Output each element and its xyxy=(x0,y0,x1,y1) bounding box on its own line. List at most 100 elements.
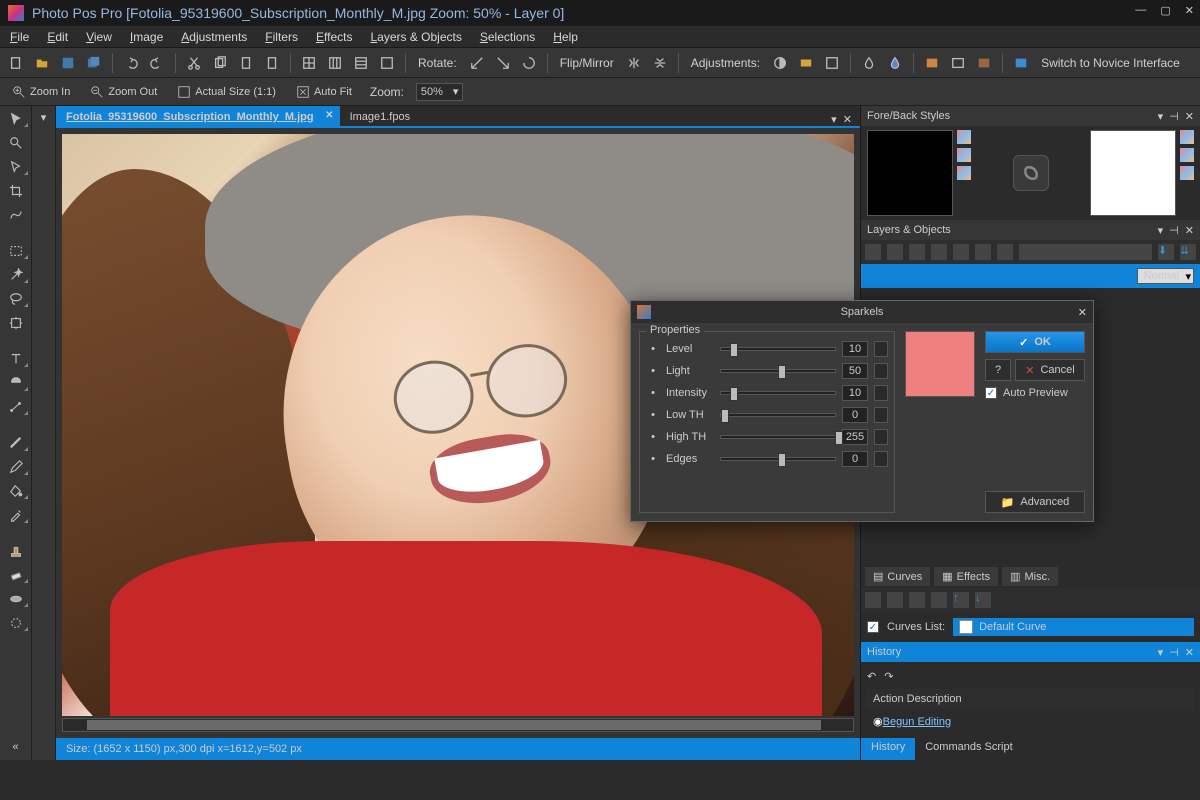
novice-label[interactable]: Switch to Novice Interface xyxy=(1041,56,1180,70)
heal-tool-icon[interactable] xyxy=(3,590,29,608)
zoom-out-button[interactable]: Zoom Out xyxy=(84,83,163,101)
undo-icon[interactable] xyxy=(121,53,141,73)
chevron-down-icon[interactable]: ▾ xyxy=(31,110,57,124)
background-swatch[interactable] xyxy=(1090,130,1176,216)
foreground-swatch[interactable] xyxy=(867,130,953,216)
close-button[interactable]: ✕ xyxy=(1185,4,1194,17)
grid3-icon[interactable] xyxy=(351,53,371,73)
redo-icon[interactable] xyxy=(147,53,167,73)
close-tab-icon[interactable]: ✕ xyxy=(325,110,333,121)
menu-edit[interactable]: Edit xyxy=(47,30,68,44)
menu-help[interactable]: Help xyxy=(553,30,578,44)
close-icon[interactable]: ✕ xyxy=(1185,110,1194,123)
adj-drop-icon[interactable] xyxy=(859,53,879,73)
flip-h-icon[interactable] xyxy=(624,53,644,73)
pencil-tool-icon[interactable] xyxy=(3,458,29,476)
open-file-icon[interactable] xyxy=(32,53,52,73)
brush-tool-icon[interactable] xyxy=(3,434,29,452)
rotate-custom-icon[interactable] xyxy=(519,53,539,73)
paste-new-icon[interactable] xyxy=(262,53,282,73)
dialog-title-bar[interactable]: Sparkels ✕ xyxy=(631,301,1093,323)
tab-history[interactable]: History xyxy=(861,738,915,760)
prop-slider[interactable] xyxy=(720,435,836,439)
adj-pic1-icon[interactable] xyxy=(922,53,942,73)
doc-tab-1[interactable]: Image1.fpos xyxy=(340,106,437,126)
mask-icon[interactable] xyxy=(975,244,991,260)
prop-value[interactable]: 0 xyxy=(842,451,868,467)
dup-layer-icon[interactable] xyxy=(887,244,903,260)
prop-spinner[interactable] xyxy=(874,385,888,401)
lasso-tool-icon[interactable] xyxy=(3,290,29,308)
merge-icon[interactable] xyxy=(931,244,947,260)
menu-image[interactable]: Image xyxy=(130,30,163,44)
line-tool-icon[interactable] xyxy=(3,398,29,416)
new-layer-icon[interactable] xyxy=(865,244,881,260)
grid2-icon[interactable] xyxy=(325,53,345,73)
prop-slider[interactable] xyxy=(720,413,836,417)
fx-icon[interactable] xyxy=(997,244,1013,260)
shape-tool-icon[interactable] xyxy=(3,374,29,392)
eraser-tool-icon[interactable] xyxy=(3,566,29,584)
cut-icon[interactable] xyxy=(184,53,204,73)
arrow-down-icon[interactable]: ⬇ xyxy=(1158,244,1174,260)
dialog-close-icon[interactable]: ✕ xyxy=(1078,306,1087,319)
transform-tool-icon[interactable] xyxy=(3,314,29,332)
adj-curves-icon[interactable] xyxy=(822,53,842,73)
doc-tab-0[interactable]: Fotolia_95319600_Subscription_Monthly_M.… xyxy=(56,106,340,126)
save-icon[interactable] xyxy=(58,53,78,73)
novice-icon[interactable] xyxy=(1011,53,1031,73)
panel-menu-icon[interactable]: ▾ xyxy=(1158,224,1164,237)
prop-value[interactable]: 10 xyxy=(842,341,868,357)
pin-icon[interactable]: ⊣ xyxy=(1169,110,1179,123)
eyedropper-tool-icon[interactable] xyxy=(3,506,29,524)
swap-colors-icon[interactable] xyxy=(1013,155,1049,191)
hist-undo-icon[interactable]: ↶ xyxy=(867,670,876,683)
ok-button[interactable]: ✓ OK xyxy=(985,331,1085,353)
prop-spinner[interactable] xyxy=(874,363,888,379)
adj-pic2-icon[interactable] xyxy=(948,53,968,73)
menu-layers[interactable]: Layers & Objects xyxy=(370,30,461,44)
close-icon[interactable]: ✕ xyxy=(1185,224,1194,237)
collapse-tools-icon[interactable]: « xyxy=(3,738,29,756)
layer-row[interactable]: Normal xyxy=(861,264,1200,288)
auto-preview-check[interactable]: ✓Auto Preview xyxy=(985,387,1085,399)
prop-slider[interactable] xyxy=(720,347,836,351)
stamp-tool-icon[interactable] xyxy=(3,542,29,560)
zoom-in-button[interactable]: Zoom In xyxy=(6,83,76,101)
menu-view[interactable]: View xyxy=(86,30,112,44)
flip-v-icon[interactable] xyxy=(650,53,670,73)
pin-icon[interactable]: ⊣ xyxy=(1169,646,1179,659)
curves-check[interactable]: ✓ xyxy=(867,621,879,633)
move-tool-icon[interactable] xyxy=(3,158,29,176)
flatten-icon[interactable] xyxy=(953,244,969,260)
style6-icon[interactable] xyxy=(1180,166,1194,180)
c-up-icon[interactable]: ↑ xyxy=(953,592,969,608)
prop-spinner[interactable] xyxy=(874,429,888,445)
c-down-icon[interactable]: ↓ xyxy=(975,592,991,608)
cancel-button[interactable]: ✕ Cancel xyxy=(1015,359,1085,381)
prop-value[interactable]: 10 xyxy=(842,385,868,401)
hist-redo-icon[interactable]: ↷ xyxy=(884,670,893,683)
prop-spinner[interactable] xyxy=(874,341,888,357)
panel-menu-icon[interactable]: ▾ xyxy=(1158,110,1164,123)
panel-menu-icon[interactable]: ▾ xyxy=(1158,646,1164,659)
menu-file[interactable]: File xyxy=(10,30,29,44)
prop-slider[interactable] xyxy=(720,369,836,373)
zoom-tool-icon[interactable] xyxy=(3,134,29,152)
zoom-combo[interactable]: 50%▾ xyxy=(416,83,464,101)
save-all-icon[interactable] xyxy=(84,53,104,73)
rotate-right-icon[interactable] xyxy=(493,53,513,73)
c-add-icon[interactable] xyxy=(909,592,925,608)
tab-misc[interactable]: ▥ Misc. xyxy=(1002,567,1058,586)
adj-contrast-icon[interactable] xyxy=(770,53,790,73)
curve-name[interactable]: Default Curve xyxy=(953,618,1194,636)
maximize-button[interactable]: ▢ xyxy=(1160,4,1170,17)
grid4-icon[interactable] xyxy=(377,53,397,73)
menu-effects[interactable]: Effects xyxy=(316,30,352,44)
adj-drop2-icon[interactable] xyxy=(885,53,905,73)
arrow-down2-icon[interactable]: ⇊ xyxy=(1180,244,1196,260)
style1-icon[interactable] xyxy=(957,130,971,144)
rotate-left-icon[interactable] xyxy=(467,53,487,73)
menu-adjustments[interactable]: Adjustments xyxy=(181,30,247,44)
c-del-icon[interactable] xyxy=(931,592,947,608)
